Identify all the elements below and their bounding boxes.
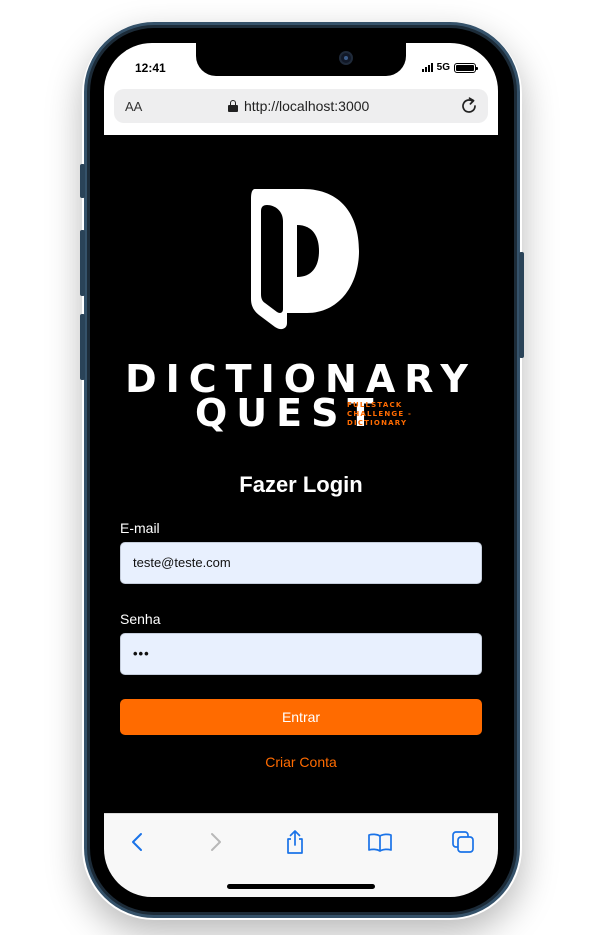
tabs-icon[interactable] [449,828,477,856]
network-type: 5G [436,62,450,73]
forward-icon[interactable] [201,828,229,856]
dictionary-quest-logo-icon [251,189,359,330]
login-button[interactable]: Entrar [120,699,482,735]
email-field[interactable]: teste@teste.com [120,542,482,584]
home-indicator [227,884,375,889]
volume-down-button [80,314,85,380]
status-time: 12:41 [135,61,166,75]
notch [196,43,406,76]
status-bar: 12:41 5G [104,43,498,89]
silent-switch [80,164,85,198]
brand-tagline: FULLSTACK CHALLENGE - DICTIONARY [347,401,413,427]
text-size-button[interactable]: AA [125,99,142,114]
bookmarks-icon[interactable] [366,828,394,856]
address-bar[interactable]: AA http://localhost:3000 [114,89,488,123]
password-label: Senha [120,611,161,627]
phone-screen: 12:41 5G AA http://localhost:3000 DICTIO… [104,43,498,897]
volume-up-button [80,230,85,296]
login-title: Fazer Login [239,472,363,497]
url-text[interactable]: http://localhost:3000 [244,98,369,114]
password-field[interactable]: ••• [120,633,482,675]
power-button [519,252,524,358]
back-icon[interactable] [124,828,152,856]
battery-icon [454,62,478,73]
page-content: DICTIONARY QUEST FULLSTACK CHALLENGE - D… [104,135,498,813]
signal-icon [421,63,433,72]
reload-icon[interactable] [458,95,480,117]
safari-toolbar [104,813,498,897]
share-icon[interactable] [281,828,309,856]
front-camera [339,51,353,65]
email-label: E-mail [120,520,160,536]
lock-icon [228,100,238,112]
create-account-link[interactable]: Criar Conta [104,754,498,770]
browser-address-area: AA http://localhost:3000 [104,89,498,135]
status-indicators: 5G [421,62,478,73]
